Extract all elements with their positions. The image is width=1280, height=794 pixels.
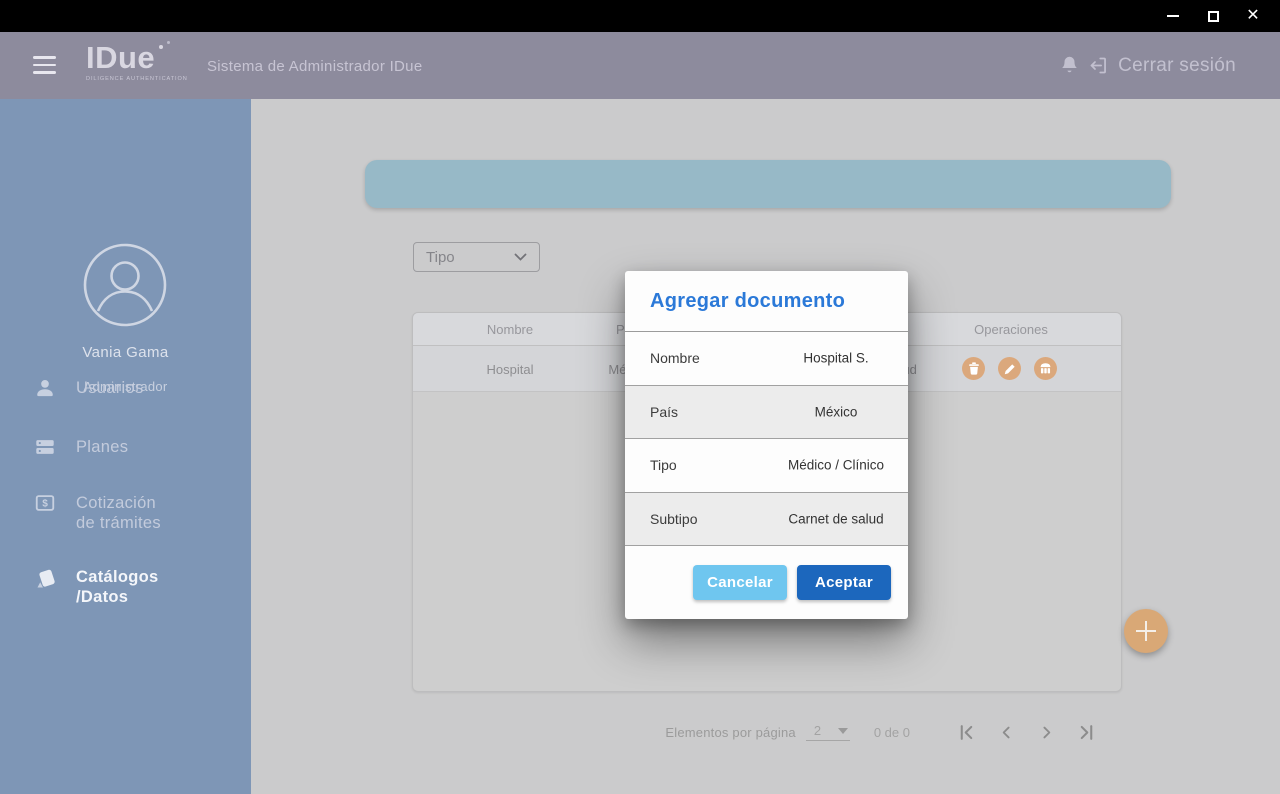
field-value: México xyxy=(764,404,908,419)
field-row-nombre: Nombre Hospital S. xyxy=(625,332,908,386)
sidebar-item-planes[interactable]: Planes xyxy=(34,437,128,458)
next-page-button[interactable] xyxy=(1037,723,1056,742)
logo-text: IDue xyxy=(86,42,188,74)
close-icon: ✕ xyxy=(1246,8,1259,24)
dialog-header: Agregar documento xyxy=(625,271,908,332)
field-value: Carnet de salud xyxy=(764,511,908,526)
edit-row-button[interactable] xyxy=(998,357,1021,380)
last-page-icon xyxy=(1077,723,1096,742)
chevron-down-icon xyxy=(514,253,527,261)
field-row-pais: País México xyxy=(625,386,908,440)
window-titlebar: ✕ xyxy=(0,0,1280,32)
user-avatar-icon xyxy=(83,243,167,327)
user-icon xyxy=(34,377,56,399)
minimize-icon xyxy=(1167,15,1179,17)
page-size-select[interactable]: 2 xyxy=(806,723,850,741)
field-label: Subtipo xyxy=(650,511,697,527)
plus-icon xyxy=(1136,621,1156,641)
user-name: Vania Gama xyxy=(0,344,251,361)
sidebar-item-label: Usuarios xyxy=(76,378,144,398)
catalogs-icon xyxy=(34,566,56,588)
add-document-fab[interactable] xyxy=(1124,609,1168,653)
sidebar: Vania Gama Administrador Usuarios Planes xyxy=(0,99,251,794)
quote-dollar-icon: $ xyxy=(34,492,56,514)
notifications-bell-icon[interactable] xyxy=(1060,55,1079,76)
accept-button[interactable]: Aceptar xyxy=(797,565,891,600)
menu-toggle-button[interactable] xyxy=(33,56,56,74)
table-icon xyxy=(1039,362,1052,375)
page-header-band xyxy=(365,160,1171,208)
field-row-tipo: Tipo Médico / Clínico xyxy=(625,439,908,493)
logo-subtext: DILIGENCE AUTHENTICATION xyxy=(86,76,188,82)
sidebar-item-usuarios[interactable]: Usuarios xyxy=(34,378,144,399)
plans-icon xyxy=(34,436,56,458)
page-range-label: 0 de 0 xyxy=(874,725,910,740)
maximize-icon xyxy=(1208,11,1219,22)
tipo-dropdown[interactable]: Tipo xyxy=(413,242,540,272)
trash-icon xyxy=(968,362,980,375)
cancel-button[interactable]: Cancelar xyxy=(693,565,787,600)
maximize-button[interactable] xyxy=(1200,5,1226,27)
app-header: IDue DILIGENCE AUTHENTICATION Sistema de… xyxy=(0,32,1280,99)
dialog-title: Agregar documento xyxy=(650,290,845,313)
field-label: Tipo xyxy=(650,457,677,473)
page-title: Sistema de Administrador IDue xyxy=(207,58,422,75)
app-logo: IDue DILIGENCE AUTHENTICATION xyxy=(86,42,188,82)
first-page-icon xyxy=(957,723,976,742)
agregar-documento-dialog: Agregar documento Nombre Hospital S. Paí… xyxy=(625,271,908,619)
first-page-button[interactable] xyxy=(957,723,976,742)
column-header-operaciones: Operaciones xyxy=(974,322,1048,337)
page-size-value: 2 xyxy=(814,723,821,738)
minimize-button[interactable] xyxy=(1160,5,1186,27)
sidebar-item-label: Cotización de trámites xyxy=(76,493,161,533)
items-per-page-label: Elementos por página xyxy=(665,725,795,740)
field-value: Hospital S. xyxy=(764,351,908,366)
field-value: Médico / Clínico xyxy=(764,458,908,473)
pagination-bar: Elementos por página 2 0 de 0 xyxy=(665,719,1096,745)
chevron-right-icon xyxy=(1038,724,1055,741)
caret-down-icon xyxy=(838,728,848,734)
field-row-subtipo: Subtipo Carnet de salud xyxy=(625,493,908,547)
field-label: País xyxy=(650,404,678,420)
logo-registered-mark xyxy=(167,41,170,44)
cell-nombre: Hospital xyxy=(487,362,534,377)
tipo-dropdown-label: Tipo xyxy=(426,249,455,266)
logout-icon[interactable] xyxy=(1088,55,1109,76)
close-button[interactable]: ✕ xyxy=(1240,5,1266,27)
logout-button[interactable]: Cerrar sesión xyxy=(1118,55,1236,77)
sidebar-item-cotizacion[interactable]: $ Cotización de trámites xyxy=(34,493,161,533)
dialog-footer: Cancelar Aceptar xyxy=(625,546,908,619)
sidebar-item-label: Planes xyxy=(76,437,128,457)
field-label: Nombre xyxy=(650,350,700,366)
delete-row-button[interactable] xyxy=(962,357,985,380)
sidebar-item-catalogos[interactable]: Catálogos /Datos xyxy=(34,567,158,607)
svg-text:$: $ xyxy=(42,499,48,510)
row-data-button[interactable] xyxy=(1034,357,1057,380)
last-page-button[interactable] xyxy=(1077,723,1096,742)
logo-accent-dot xyxy=(159,45,163,49)
pencil-icon xyxy=(1004,363,1016,375)
chevron-left-icon xyxy=(998,724,1015,741)
column-header-nombre: Nombre xyxy=(487,322,533,337)
sidebar-item-label: Catálogos /Datos xyxy=(76,567,158,607)
previous-page-button[interactable] xyxy=(997,723,1016,742)
